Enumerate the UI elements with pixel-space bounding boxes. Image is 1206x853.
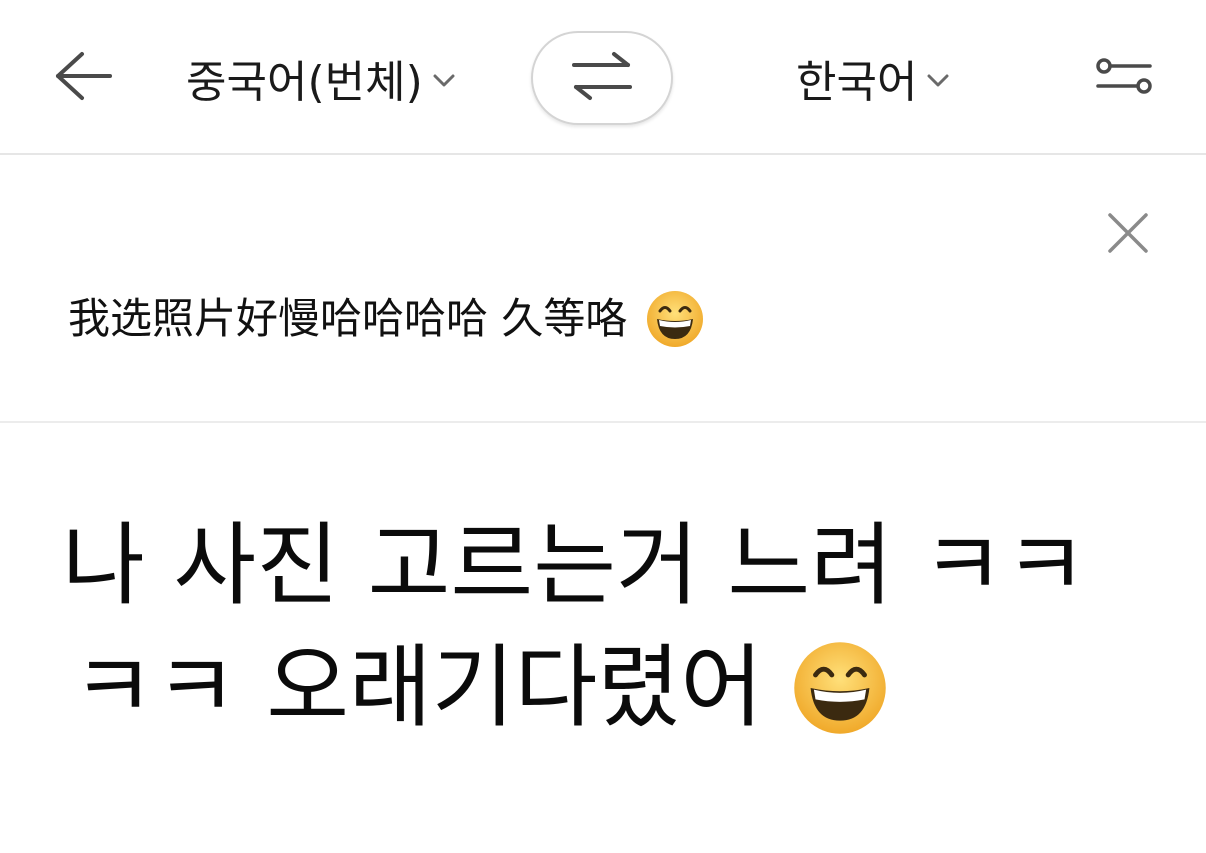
chevron-down-icon <box>927 74 949 88</box>
close-icon <box>1106 211 1150 259</box>
result-line-2-text: ㅋㅋ 오래기다렸어 <box>72 635 764 740</box>
translation-result-area: 나 사진 고르는거 느려 ㅋㅋ ㅋㅋ 오래기다렸어 <box>0 423 1206 853</box>
settings-button[interactable] <box>1092 50 1156 106</box>
swap-arrows-icon <box>570 51 634 105</box>
target-language-label: 한국어 <box>796 57 918 108</box>
sliders-icon <box>1094 54 1154 102</box>
source-text-area[interactable]: 我选照片好慢哈哈哈哈 久等咯 <box>0 155 1206 423</box>
grinning-face-emoji-icon <box>791 639 889 737</box>
swap-languages-button[interactable] <box>531 31 673 125</box>
clear-button[interactable] <box>1100 207 1156 263</box>
target-language-selector[interactable]: 한국어 <box>796 46 949 110</box>
back-button[interactable] <box>48 46 118 110</box>
source-language-selector[interactable]: 중국어(번체) <box>186 46 455 110</box>
arrow-left-icon <box>52 50 114 106</box>
source-language-label: 중국어(번체) <box>186 57 423 108</box>
translator-screen: 중국어(번체) 한국어 我选照片好慢哈哈哈哈 久等咯 나 사진 고르는거 느려 … <box>0 0 1206 853</box>
top-bar: 중국어(번체) 한국어 <box>0 0 1206 155</box>
grinning-face-emoji-icon <box>645 289 705 349</box>
result-line-1: 나 사진 고르는거 느려 ㅋㅋ <box>62 513 1088 618</box>
source-text-content: 我选照片好慢哈哈哈哈 久等咯 <box>68 294 628 343</box>
result-line-2: ㅋㅋ 오래기다렸어 <box>72 633 889 743</box>
source-text: 我选照片好慢哈哈哈哈 久等咯 <box>68 287 705 351</box>
chevron-down-icon <box>433 74 455 88</box>
